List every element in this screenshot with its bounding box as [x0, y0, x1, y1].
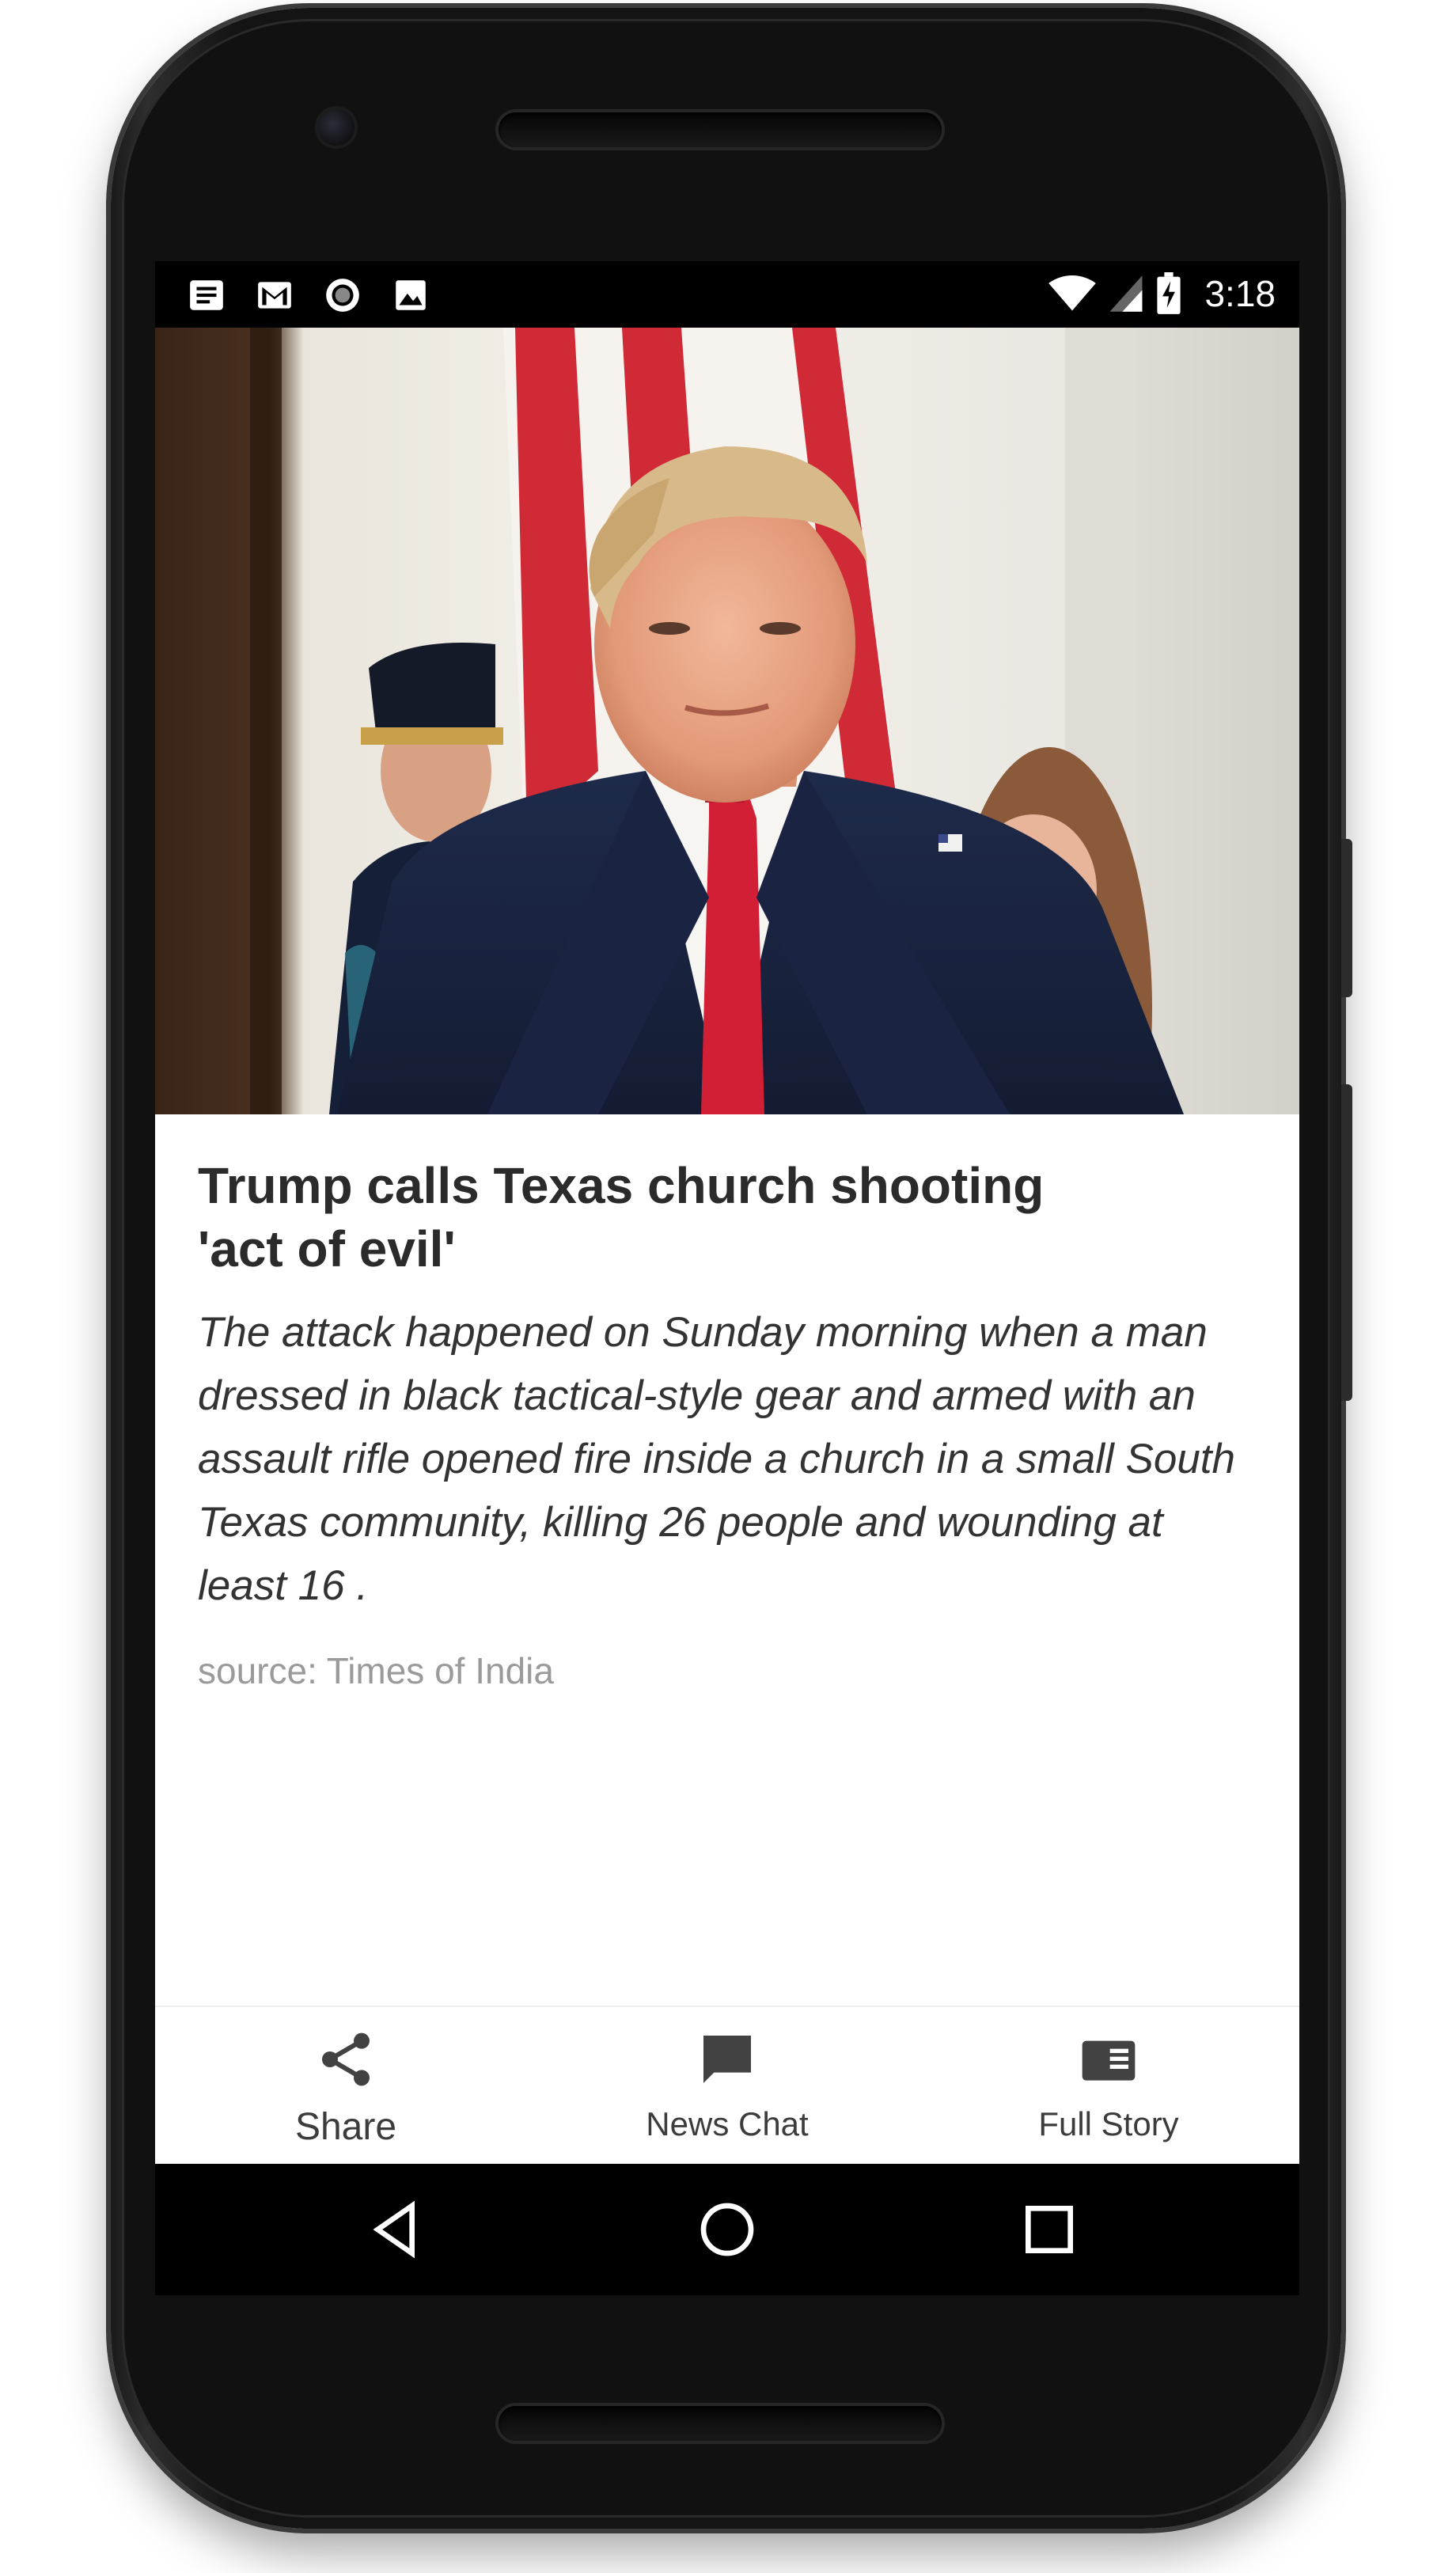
notes-icon [190, 280, 223, 310]
system-nav-bar [155, 2164, 1299, 2295]
battery-charging-icon [1157, 272, 1181, 314]
home-icon [700, 2203, 754, 2256]
full-story-label: Full Story [1038, 2105, 1179, 2142]
article-headline: Trump calls Texas church shooting 'act o… [198, 1157, 1045, 1277]
back-icon [373, 2200, 415, 2259]
notification-icons [187, 275, 430, 315]
front-camera [318, 109, 355, 146]
article-hero-image[interactable] [155, 328, 1299, 1114]
share-label: Share [294, 2106, 397, 2148]
recents-button[interactable] [1018, 2198, 1081, 2261]
screen: 3:18 Trump calls Texas church shooting '… [155, 261, 1299, 2295]
status-time: 3:18 [1204, 273, 1276, 314]
wifi-icon [1048, 275, 1097, 311]
share-icon [322, 2032, 370, 2086]
record-icon [326, 279, 359, 312]
full-story-button[interactable]: Full Story [918, 2007, 1299, 2165]
share-button[interactable]: Share [155, 2007, 537, 2165]
article-action-bar: Share News Chat Full Story [155, 2006, 1299, 2165]
article-body: Trump calls Texas church shooting 'act o… [198, 1154, 1258, 1692]
article-summary: The attack happened on Sunday morning wh… [198, 1309, 1235, 1609]
chat-icon [703, 2036, 751, 2083]
top-speaker [499, 112, 942, 147]
power-button [1341, 839, 1352, 997]
volume-button [1341, 1084, 1352, 1401]
system-indicators: 3:18 [1048, 272, 1276, 315]
back-button[interactable] [367, 2198, 430, 2261]
image-icon [396, 280, 426, 310]
home-button[interactable] [696, 2198, 759, 2261]
recents-icon [1026, 2206, 1073, 2253]
signal-icon [1110, 275, 1143, 312]
news-chat-label: News Chat [646, 2105, 809, 2142]
gmail-icon [258, 282, 291, 309]
article-source: source: Times of India [198, 1650, 554, 1691]
status-bar: 3:18 [155, 261, 1299, 328]
news-chat-button[interactable]: News Chat [537, 2007, 918, 2165]
article-icon [1082, 2040, 1136, 2081]
hero-photo [155, 328, 1299, 1114]
bottom-speaker [499, 2406, 942, 2441]
